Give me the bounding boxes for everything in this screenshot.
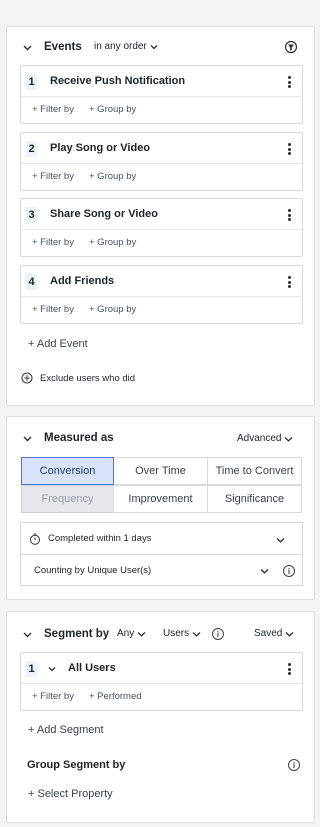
saved-segments-dropdown[interactable]: Saved: [254, 628, 294, 639]
saved-label: Saved: [254, 628, 283, 639]
filter-by-link[interactable]: + Filter by: [32, 237, 74, 248]
chevron-down-icon: [192, 631, 201, 637]
event-number: 4: [26, 274, 37, 290]
option-conversion[interactable]: Conversion: [21, 457, 114, 485]
group-by-link[interactable]: + Group by: [89, 104, 136, 115]
event-number: 1: [26, 74, 37, 90]
segment-by-panel: Segment by Any Users i Saved 1 All Users…: [6, 611, 315, 823]
measured-as-panel: Measured as Advanced Conversion Over Tim…: [6, 416, 315, 600]
more-options-icon[interactable]: [288, 143, 292, 155]
group-segment-title: Group Segment by: [27, 759, 126, 771]
option-time-to-convert[interactable]: Time to Convert: [207, 457, 302, 485]
option-significance[interactable]: Significance: [207, 485, 302, 513]
event-card-2: 2 Play Song or Video + Filter by + Group…: [20, 132, 303, 191]
event-order-dropdown[interactable]: in any order: [94, 41, 158, 52]
filter-by-link[interactable]: + Filter by: [32, 304, 74, 315]
more-options-icon[interactable]: [288, 276, 292, 288]
chevron-down-icon: [285, 631, 294, 637]
event-card-1: 1 Receive Push Notification + Filter by …: [20, 65, 303, 124]
event-name[interactable]: Play Song or Video: [50, 142, 150, 154]
plus-circle-icon: [21, 372, 33, 384]
segment-name[interactable]: All Users: [68, 662, 116, 674]
info-icon[interactable]: i: [212, 628, 224, 640]
group-by-link[interactable]: + Group by: [89, 171, 136, 182]
option-over-time[interactable]: Over Time: [113, 457, 208, 485]
events-panel: Events in any order 1 Receive Push Notif…: [6, 26, 315, 406]
chevron-down-icon: [260, 569, 269, 574]
event-card-3: 3 Share Song or Video + Filter by + Grou…: [20, 198, 303, 257]
chevron-down-icon: [150, 44, 158, 49]
event-order-label: in any order: [94, 41, 147, 52]
segment-number: 1: [26, 661, 37, 677]
segment-any-dropdown[interactable]: Any: [117, 628, 146, 639]
event-number: 2: [26, 141, 37, 157]
chevron-down-icon[interactable]: [48, 666, 56, 672]
option-frequency[interactable]: Frequency: [21, 485, 114, 513]
measured-collapse-chevron-icon[interactable]: [22, 434, 32, 444]
event-name[interactable]: Receive Push Notification: [50, 75, 185, 87]
completed-within-row[interactable]: Completed within 1 days: [20, 522, 303, 555]
info-icon[interactable]: i: [283, 565, 295, 577]
group-by-link[interactable]: + Group by: [89, 237, 136, 248]
more-options-icon[interactable]: [288, 209, 292, 221]
events-title: Events: [44, 41, 82, 53]
chevron-down-icon: [137, 631, 146, 637]
add-segment-button[interactable]: + Add Segment: [28, 724, 104, 736]
event-name[interactable]: Add Friends: [50, 275, 114, 287]
performed-link[interactable]: + Performed: [89, 691, 142, 702]
segment-by-title: Segment by: [44, 628, 110, 640]
advanced-label: Advanced: [237, 433, 282, 444]
stopwatch-icon: [29, 533, 41, 545]
event-card-4: 4 Add Friends + Filter by + Group by: [20, 265, 303, 324]
segment-users-dropdown[interactable]: Users: [163, 628, 201, 639]
option-improvement[interactable]: Improvement: [113, 485, 208, 513]
measured-as-title: Measured as: [44, 432, 114, 444]
counting-by-label: Counting by Unique User(s): [34, 565, 152, 576]
any-label: Any: [117, 628, 135, 639]
chevron-down-icon: [285, 436, 293, 442]
completed-within-label: Completed within 1 days: [48, 533, 152, 544]
filter-by-link[interactable]: + Filter by: [32, 691, 74, 702]
advanced-dropdown[interactable]: Advanced: [237, 433, 293, 444]
more-options-icon[interactable]: [288, 76, 292, 88]
select-property-button[interactable]: + Select Property: [28, 788, 113, 800]
funnel-settings-icon[interactable]: [284, 40, 298, 54]
exclude-users-label: Exclude users who did: [40, 372, 136, 384]
add-event-button[interactable]: + Add Event: [28, 338, 88, 350]
event-number: 3: [26, 207, 37, 223]
filter-by-link[interactable]: + Filter by: [32, 171, 74, 182]
info-icon[interactable]: i: [288, 759, 300, 771]
more-options-icon[interactable]: [288, 663, 292, 675]
events-collapse-chevron-icon[interactable]: [22, 43, 32, 53]
counting-by-row[interactable]: Counting by Unique User(s) i: [20, 554, 303, 586]
exclude-users-toggle[interactable]: Exclude users who did: [21, 372, 135, 384]
users-label: Users: [163, 628, 190, 639]
group-by-link[interactable]: + Group by: [89, 304, 136, 315]
segment-card-1: 1 All Users + Filter by + Performed: [20, 652, 303, 711]
event-name[interactable]: Share Song or Video: [50, 208, 158, 220]
chevron-down-icon: [276, 538, 285, 543]
segment-collapse-chevron-icon[interactable]: [22, 630, 32, 640]
filter-by-link[interactable]: + Filter by: [32, 104, 74, 115]
